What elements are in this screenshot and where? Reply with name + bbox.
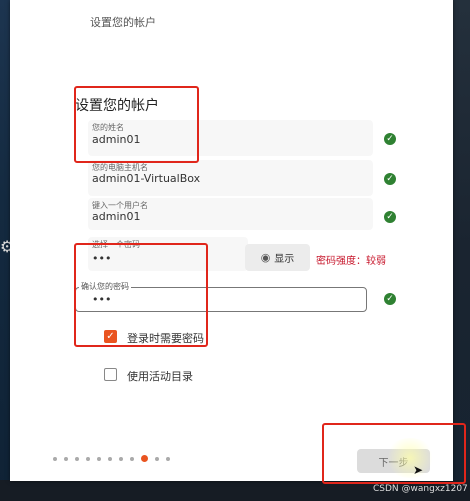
- eye-icon: ◉: [260, 251, 271, 264]
- show-password-button[interactable]: ◉ 显示: [245, 244, 310, 271]
- step-dot: [155, 456, 159, 461]
- annotation-box-password: [74, 243, 208, 347]
- username-value: admin01: [92, 210, 141, 223]
- step-dot-active: [141, 455, 148, 462]
- show-password-label: 显示: [274, 254, 295, 265]
- step-dot: [53, 456, 57, 461]
- step-dot: [108, 456, 112, 461]
- annotation-box-heading: [74, 86, 199, 163]
- computer-name-check-icon: ✓: [384, 173, 396, 185]
- step-dot: [130, 456, 134, 461]
- step-dot: [166, 456, 170, 461]
- step-dot: [86, 456, 90, 461]
- username-check-icon: ✓: [384, 211, 396, 223]
- name-check-icon: ✓: [384, 133, 396, 145]
- step-dot: [97, 456, 101, 461]
- active-directory-checkbox[interactable]: [104, 368, 117, 381]
- watermark: CSDN @wangxz1207: [373, 484, 468, 494]
- password-strength: 密码强度：较弱: [316, 256, 386, 267]
- computer-name-value: admin01-VirtualBox: [92, 172, 201, 185]
- step-dot: [64, 456, 68, 461]
- step-dot: [119, 456, 123, 461]
- step-indicator: [53, 455, 170, 462]
- annotation-box-next: [322, 423, 466, 484]
- confirm-password-check-icon: ✓: [384, 293, 396, 305]
- window-title: 设置您的帐户: [90, 16, 156, 29]
- step-dot: [75, 456, 79, 461]
- active-directory-label: 使用活动目录: [127, 370, 193, 383]
